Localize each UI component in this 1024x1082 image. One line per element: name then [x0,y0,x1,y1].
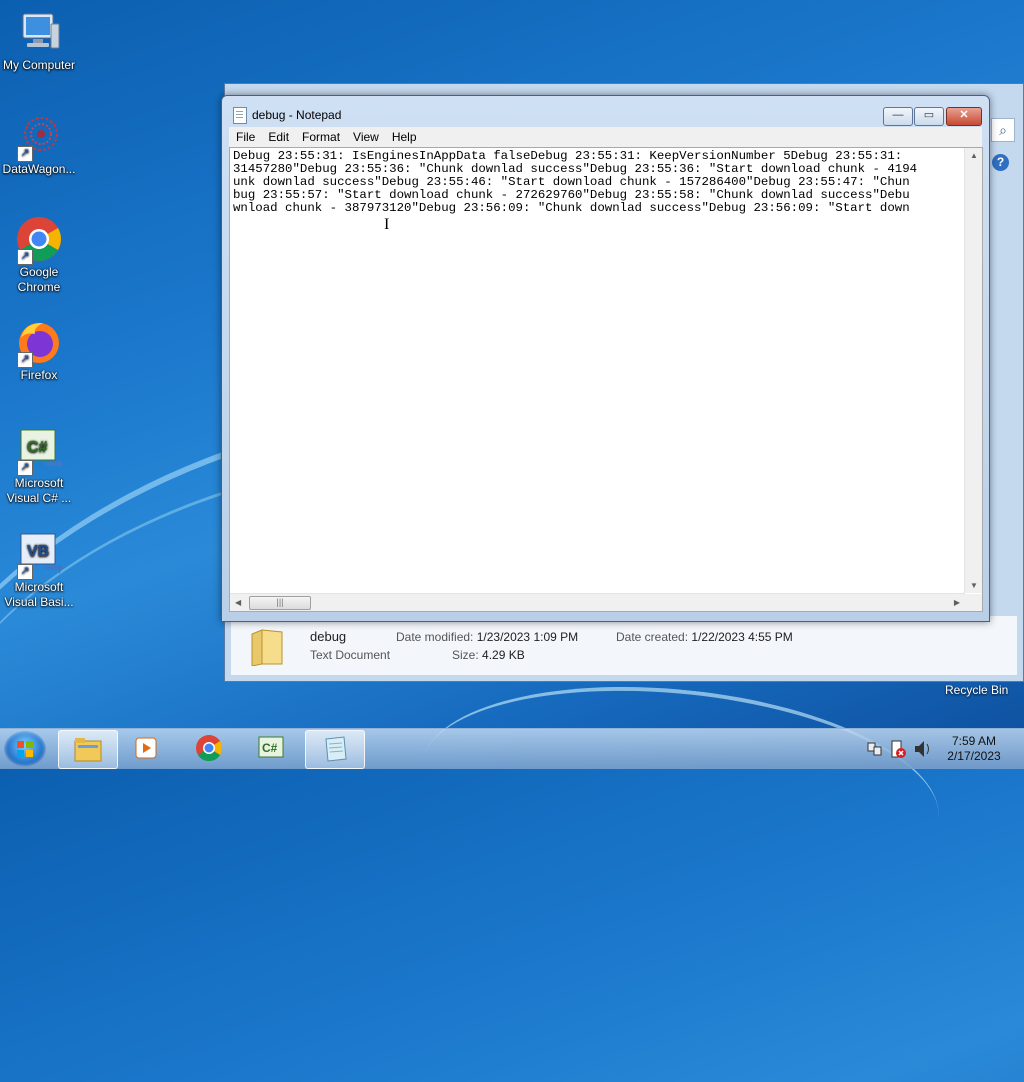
text-editor[interactable]: Debug 23:55:31: IsEnginesInAppData false… [229,147,983,612]
desktop-icon-datawagon[interactable]: ↗ DataWagon... [0,112,78,177]
visual-basic-icon: VB ↗ [15,530,63,580]
shortcut-arrow-icon: ↗ [17,146,33,162]
desktop-icon-label: Firefox [20,368,58,382]
maximize-button[interactable]: ▭ [914,107,944,126]
desktop-icon-firefox[interactable]: ↗ Firefox [0,318,78,383]
window-title: debug - Notepad [252,108,342,122]
chrome-icon [196,735,223,762]
scroll-down-icon[interactable]: ▼ [970,581,978,590]
search-icon[interactable]: ⌕ [991,118,1015,142]
vertical-scrollbar[interactable]: ▲ ▼ [964,148,982,593]
menu-bar: File Edit Format View Help [229,127,982,147]
text-file-icon [250,626,284,667]
notepad-icon [233,107,247,124]
file-size: Size: 4.29 KB [452,648,525,662]
clock-date: 2/17/2023 [947,749,1001,763]
editor-text[interactable]: Debug 23:55:31: IsEnginesInAppData false… [233,150,963,590]
taskbar-chrome[interactable] [180,730,238,767]
start-button[interactable] [4,731,46,767]
datawagon-icon: ↗ [15,112,63,162]
size-label: Size: [452,648,479,662]
notepad-icon [325,736,347,762]
horizontal-scrollbar[interactable]: ◀ ||| ▶ [230,593,965,611]
menu-format[interactable]: Format [295,127,346,144]
date-created-label: Date created: [616,630,689,644]
clock-time: 7:59 AM [951,734,997,748]
scroll-right-icon[interactable]: ▶ [954,598,960,607]
windows-logo-icon [17,741,33,757]
shortcut-arrow-icon: ↗ [17,249,33,265]
close-button[interactable]: ✕ [946,107,982,126]
visual-csharp-icon: C# [258,736,284,758]
svg-text:C#: C# [27,439,48,456]
desktop-icon-label: Microsoft Visual C# ... [6,476,72,505]
details-pane: debug Text Document Date modified: 1/23/… [232,622,1012,674]
taskbar-media-player[interactable] [118,730,176,767]
horizontal-scroll-thumb[interactable]: ||| [249,596,311,610]
folder-icon [74,738,102,762]
menu-help[interactable]: Help [385,127,423,144]
clock[interactable]: 7:59 AM 2/17/2023 [940,734,1008,764]
taskbar-notepad[interactable] [305,730,365,769]
menu-file[interactable]: File [229,127,261,144]
date-created: Date created: 1/22/2023 4:55 PM [616,630,793,644]
media-player-icon [135,737,157,759]
date-modified-label: Date modified: [396,630,474,644]
desktop-icon-visual-basic[interactable]: VB ↗ Microsoft Visual Basi... [0,530,78,610]
volume-icon[interactable] [913,729,933,769]
menu-view[interactable]: View [346,127,385,144]
recycle-bin-label[interactable]: Recycle Bin [945,683,1008,697]
action-center-icon[interactable] [889,729,907,769]
file-name: debug [310,629,347,644]
notepad-window[interactable]: debug - Notepad — ▭ ✕ File Edit Format View… [221,95,990,622]
desktop-icon-visual-csharp[interactable]: C# ↗ Microsoft Visual C# ... [0,426,78,506]
desktop-icon-label: My Computer [2,58,76,72]
text-cursor-icon: I [384,216,390,233]
desktop-icon-my-computer[interactable]: My Computer [0,8,78,73]
scroll-up-icon[interactable]: ▲ [970,151,978,160]
desktop-icon-label: Microsoft Visual Basi... [4,580,74,609]
firefox-icon: ↗ [15,318,63,368]
visual-csharp-icon: C# ↗ [15,426,63,476]
network-icon[interactable] [866,729,884,769]
computer-icon [15,8,63,56]
taskbar-visual-csharp[interactable]: C# [242,730,300,767]
svg-text:C#: C# [262,741,278,755]
file-type: Text Document [310,648,391,662]
svg-text:VB: VB [27,543,49,560]
taskbar: C# 7:59 AM 2/17/2023 [0,728,1024,769]
text-line: wnload chunk - 387973120"Debug 23:56:09:… [233,201,910,215]
menu-edit[interactable]: Edit [261,127,295,144]
desktop-icon-label: Google Chrome [17,265,61,294]
shortcut-arrow-icon: ↗ [17,564,33,580]
help-icon[interactable]: ? [992,154,1009,171]
shortcut-arrow-icon: ↗ [17,460,33,476]
minimize-button[interactable]: — [883,107,913,126]
scroll-corner [965,594,982,611]
date-created-value: 1/22/2023 4:55 PM [691,630,793,644]
date-modified-value: 1/23/2023 1:09 PM [476,630,579,644]
desktop-icon-chrome[interactable]: ↗ Google Chrome [0,215,78,295]
desktop-icon-label: DataWagon... [2,162,76,176]
taskbar-explorer[interactable] [58,730,118,769]
chrome-icon: ↗ [15,215,63,265]
size-value: 4.29 KB [482,648,525,662]
date-modified: Date modified: 1/23/2023 1:09 PM [396,630,578,644]
shortcut-arrow-icon: ↗ [17,352,33,368]
scroll-left-icon[interactable]: ◀ [235,598,241,607]
